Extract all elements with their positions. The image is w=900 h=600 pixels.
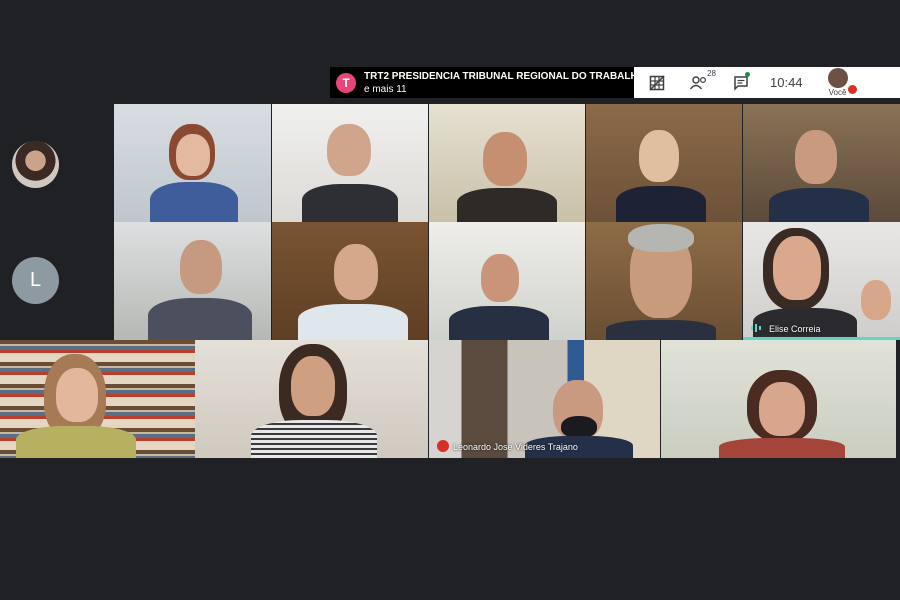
video-tile[interactable]	[272, 104, 428, 222]
self-view[interactable]: Você	[815, 68, 861, 97]
meeting-toolbar: 28 10:44 Você	[634, 67, 900, 98]
mic-off-icon	[847, 85, 857, 94]
video-tile[interactable]	[743, 104, 900, 222]
video-tile[interactable]	[586, 104, 742, 222]
video-tile[interactable]	[195, 340, 428, 458]
meeting-info-bar: T TRT2 PRESIDENCIA TRIBUNAL REGIONAL DO …	[330, 67, 634, 98]
video-tile[interactable]	[586, 222, 742, 340]
chat-icon[interactable]	[726, 71, 756, 95]
meeting-subtitle: e mais 11	[364, 83, 407, 95]
video-tile[interactable]: Leonardo Jose Videres Trajano	[429, 340, 660, 458]
video-tile[interactable]	[0, 340, 195, 458]
meeting-badge: T	[336, 72, 356, 93]
video-tile[interactable]	[114, 104, 271, 222]
meeting-title: TRT2 PRESIDENCIA TRIBUNAL REGIONAL DO TR…	[364, 70, 634, 82]
video-tile[interactable]	[429, 104, 585, 222]
people-icon[interactable]: 28	[684, 68, 716, 95]
participant-name: Leonardo Jose Videres Trajano	[453, 442, 578, 452]
video-tile[interactable]	[429, 222, 585, 340]
video-tile[interactable]	[661, 340, 896, 458]
video-tile[interactable]	[114, 222, 271, 340]
clock: 10:44	[770, 75, 803, 90]
mic-off-icon	[437, 440, 449, 452]
self-label: Você	[828, 88, 847, 97]
participant-avatar[interactable]	[12, 141, 59, 188]
participant-avatar-l[interactable]: L	[12, 257, 59, 304]
voice-activity-icon	[751, 324, 761, 332]
self-avatar	[827, 68, 848, 88]
grid-off-icon[interactable]	[642, 71, 672, 95]
video-tile[interactable]	[272, 222, 428, 340]
sidebar-participants: L	[0, 104, 114, 340]
video-tile-active-speaker[interactable]: Elise Correia	[743, 222, 900, 340]
participant-name: Elise Correia	[769, 324, 821, 334]
participant-count: 28	[707, 68, 716, 78]
